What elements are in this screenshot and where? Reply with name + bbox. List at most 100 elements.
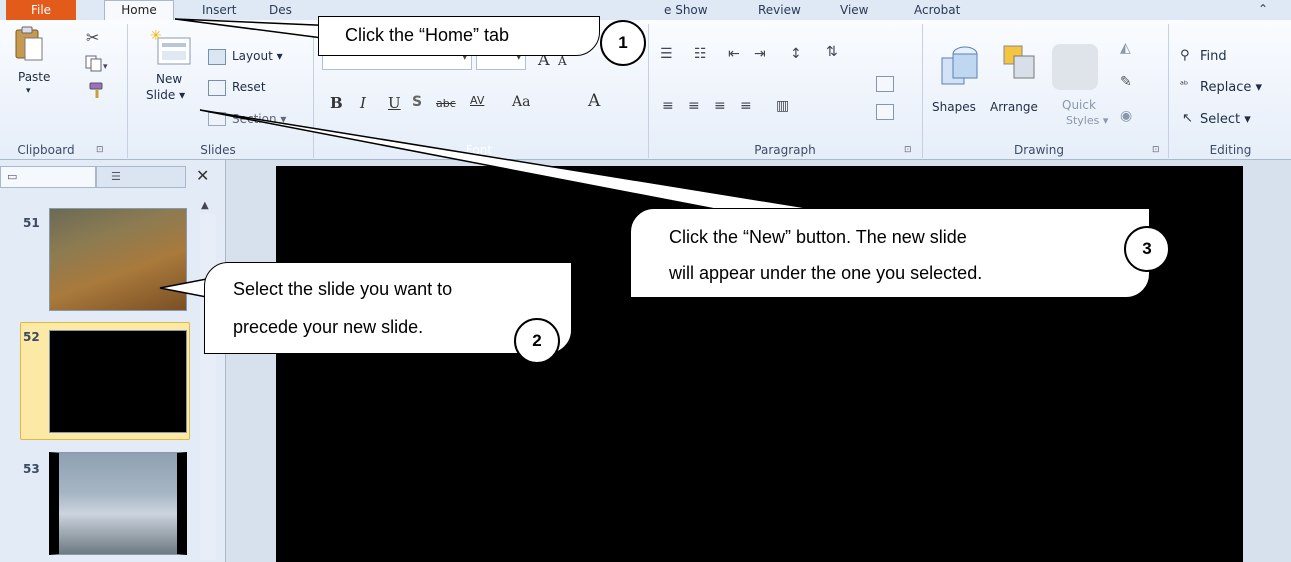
- group-label-clipboard: Clipboard: [17, 143, 75, 157]
- tab-file[interactable]: File: [6, 0, 76, 20]
- tab-acrobat[interactable]: Acrobat: [908, 0, 966, 20]
- replace-button[interactable]: Replace ▾: [1200, 80, 1262, 95]
- quick-styles-label[interactable]: Quick: [1062, 98, 1096, 112]
- slide-number: 52: [23, 330, 40, 344]
- tab-insert[interactable]: Insert: [196, 0, 242, 20]
- shapes-button[interactable]: Shapes: [932, 100, 976, 114]
- shape-outline-icon[interactable]: ✎: [1120, 74, 1132, 90]
- bullets-icon[interactable]: ☰: [660, 46, 673, 62]
- separator: [922, 24, 923, 158]
- callout-text: will appear under the one you selected.: [669, 263, 983, 283]
- character-spacing-button[interactable]: AV: [470, 94, 484, 107]
- callout-text: precede your new slide.: [233, 317, 424, 337]
- arrange-button[interactable]: Arrange: [990, 100, 1038, 114]
- minimize-ribbon-icon[interactable]: ⌃: [1258, 2, 1268, 16]
- drawing-launcher-icon[interactable]: ⊡: [1152, 145, 1160, 155]
- align-center-icon[interactable]: ≡: [688, 98, 700, 114]
- text-direction-icon[interactable]: ⇅: [826, 44, 838, 60]
- tab-review[interactable]: Review: [752, 0, 807, 20]
- paste-icon[interactable]: [12, 26, 46, 64]
- cursor-icon[interactable]: ↖: [1182, 111, 1193, 126]
- separator: [313, 24, 314, 158]
- callout-text: Select the slide you want to: [233, 279, 453, 299]
- paste-dropdown-icon[interactable]: ▾: [26, 86, 31, 96]
- italic-button[interactable]: I: [360, 94, 366, 112]
- paragraph-launcher-icon[interactable]: ⊡: [904, 145, 912, 155]
- select-button[interactable]: Select ▾: [1200, 112, 1251, 127]
- callout-text: Click the “New” button. The new slide: [669, 227, 967, 247]
- font-color-button[interactable]: A: [588, 91, 600, 111]
- group-label-drawing: Drawing: [1014, 143, 1064, 157]
- shapes-icon[interactable]: [938, 40, 982, 92]
- step-number-badge: 2: [514, 318, 560, 364]
- align-right-icon[interactable]: ≡: [714, 98, 726, 114]
- ribbon-tab-bar: [0, 0, 1291, 20]
- new-slide-icon[interactable]: ✳: [148, 26, 192, 70]
- scroll-up-icon[interactable]: ▲: [201, 200, 209, 211]
- decrease-indent-icon[interactable]: ⇤: [728, 46, 740, 62]
- copy-icon[interactable]: ▾: [84, 54, 110, 72]
- tab-design[interactable]: Des: [263, 0, 298, 20]
- outline-view-icon: ☰: [111, 170, 121, 183]
- increase-indent-icon[interactable]: ⇥: [754, 46, 766, 62]
- bold-button[interactable]: B: [330, 94, 343, 112]
- columns-icon[interactable]: ▥: [776, 98, 789, 114]
- svg-text:▾: ▾: [103, 62, 108, 72]
- shape-effects-icon[interactable]: ◉: [1120, 108, 1132, 124]
- align-left-icon[interactable]: ≡: [662, 98, 674, 114]
- group-label-font: Font: [465, 143, 493, 157]
- new-slide-dropdown[interactable]: Slide ▾: [146, 88, 185, 102]
- tab-slide-show[interactable]: e Show: [658, 0, 714, 20]
- new-slide-label[interactable]: New: [156, 72, 182, 86]
- cut-icon[interactable]: ✂: [86, 28, 99, 47]
- callout-step-3: Click the “New” button. The new slide wi…: [630, 208, 1150, 298]
- justify-icon[interactable]: ≡: [740, 98, 752, 114]
- tab-view[interactable]: View: [834, 0, 874, 20]
- align-text-icon[interactable]: [876, 76, 894, 92]
- quick-styles-dropdown[interactable]: Styles ▾: [1066, 114, 1108, 127]
- replace-icon[interactable]: ᵃᵇ: [1180, 80, 1188, 91]
- section-button[interactable]: Section ▾: [232, 112, 286, 126]
- callout-step-1: Click the “Home” tab: [318, 16, 600, 56]
- outline-tab[interactable]: ☰: [96, 166, 186, 188]
- group-label-editing: Editing: [1209, 143, 1252, 157]
- numbering-icon[interactable]: ☷: [694, 46, 707, 62]
- section-icon[interactable]: [208, 112, 226, 126]
- reset-button[interactable]: Reset: [232, 80, 266, 94]
- slides-view-icon: ▭: [7, 170, 18, 183]
- underline-button[interactable]: U: [388, 94, 401, 112]
- find-button[interactable]: Find: [1200, 49, 1227, 64]
- paste-button[interactable]: Paste: [18, 70, 50, 84]
- slides-tab[interactable]: ▭: [0, 166, 96, 188]
- group-label-paragraph: Paragraph: [754, 143, 816, 157]
- callout-text: Click the “Home” tab: [345, 25, 510, 45]
- shrink-font-button[interactable]: A: [558, 54, 567, 68]
- slide-thumbnail-52[interactable]: [49, 330, 187, 433]
- text-shadow-button[interactable]: S: [412, 94, 422, 110]
- arrange-icon[interactable]: [998, 44, 1040, 88]
- step-number-badge: 1: [600, 20, 646, 66]
- close-pane-icon[interactable]: ✕: [196, 166, 209, 185]
- layout-button[interactable]: Layout ▾: [232, 49, 283, 63]
- quick-styles-icon[interactable]: [1052, 44, 1098, 90]
- smartart-icon[interactable]: [876, 104, 894, 120]
- step-number-badge: 3: [1124, 226, 1170, 272]
- layout-icon[interactable]: [208, 49, 226, 65]
- slide-number: 53: [23, 462, 40, 476]
- tab-home[interactable]: Home: [104, 0, 174, 21]
- group-label-slides: Slides: [200, 143, 236, 157]
- reset-icon[interactable]: [208, 80, 226, 96]
- strikethrough-button[interactable]: abc: [436, 97, 456, 110]
- clipboard-launcher-icon[interactable]: ⊡: [96, 145, 104, 155]
- line-spacing-icon[interactable]: ↕: [790, 46, 802, 62]
- shape-fill-icon[interactable]: ◭: [1120, 40, 1131, 56]
- slide-thumbnail-51[interactable]: [49, 208, 187, 311]
- separator: [648, 24, 649, 158]
- slide-thumbnail-53[interactable]: [49, 452, 187, 555]
- binoculars-icon[interactable]: ⚲: [1180, 48, 1190, 63]
- svg-text:✳: ✳: [150, 28, 162, 44]
- slide-number: 51: [23, 216, 40, 230]
- separator: [1168, 24, 1169, 158]
- format-painter-icon[interactable]: [88, 80, 108, 100]
- change-case-button[interactable]: Aa: [512, 94, 530, 110]
